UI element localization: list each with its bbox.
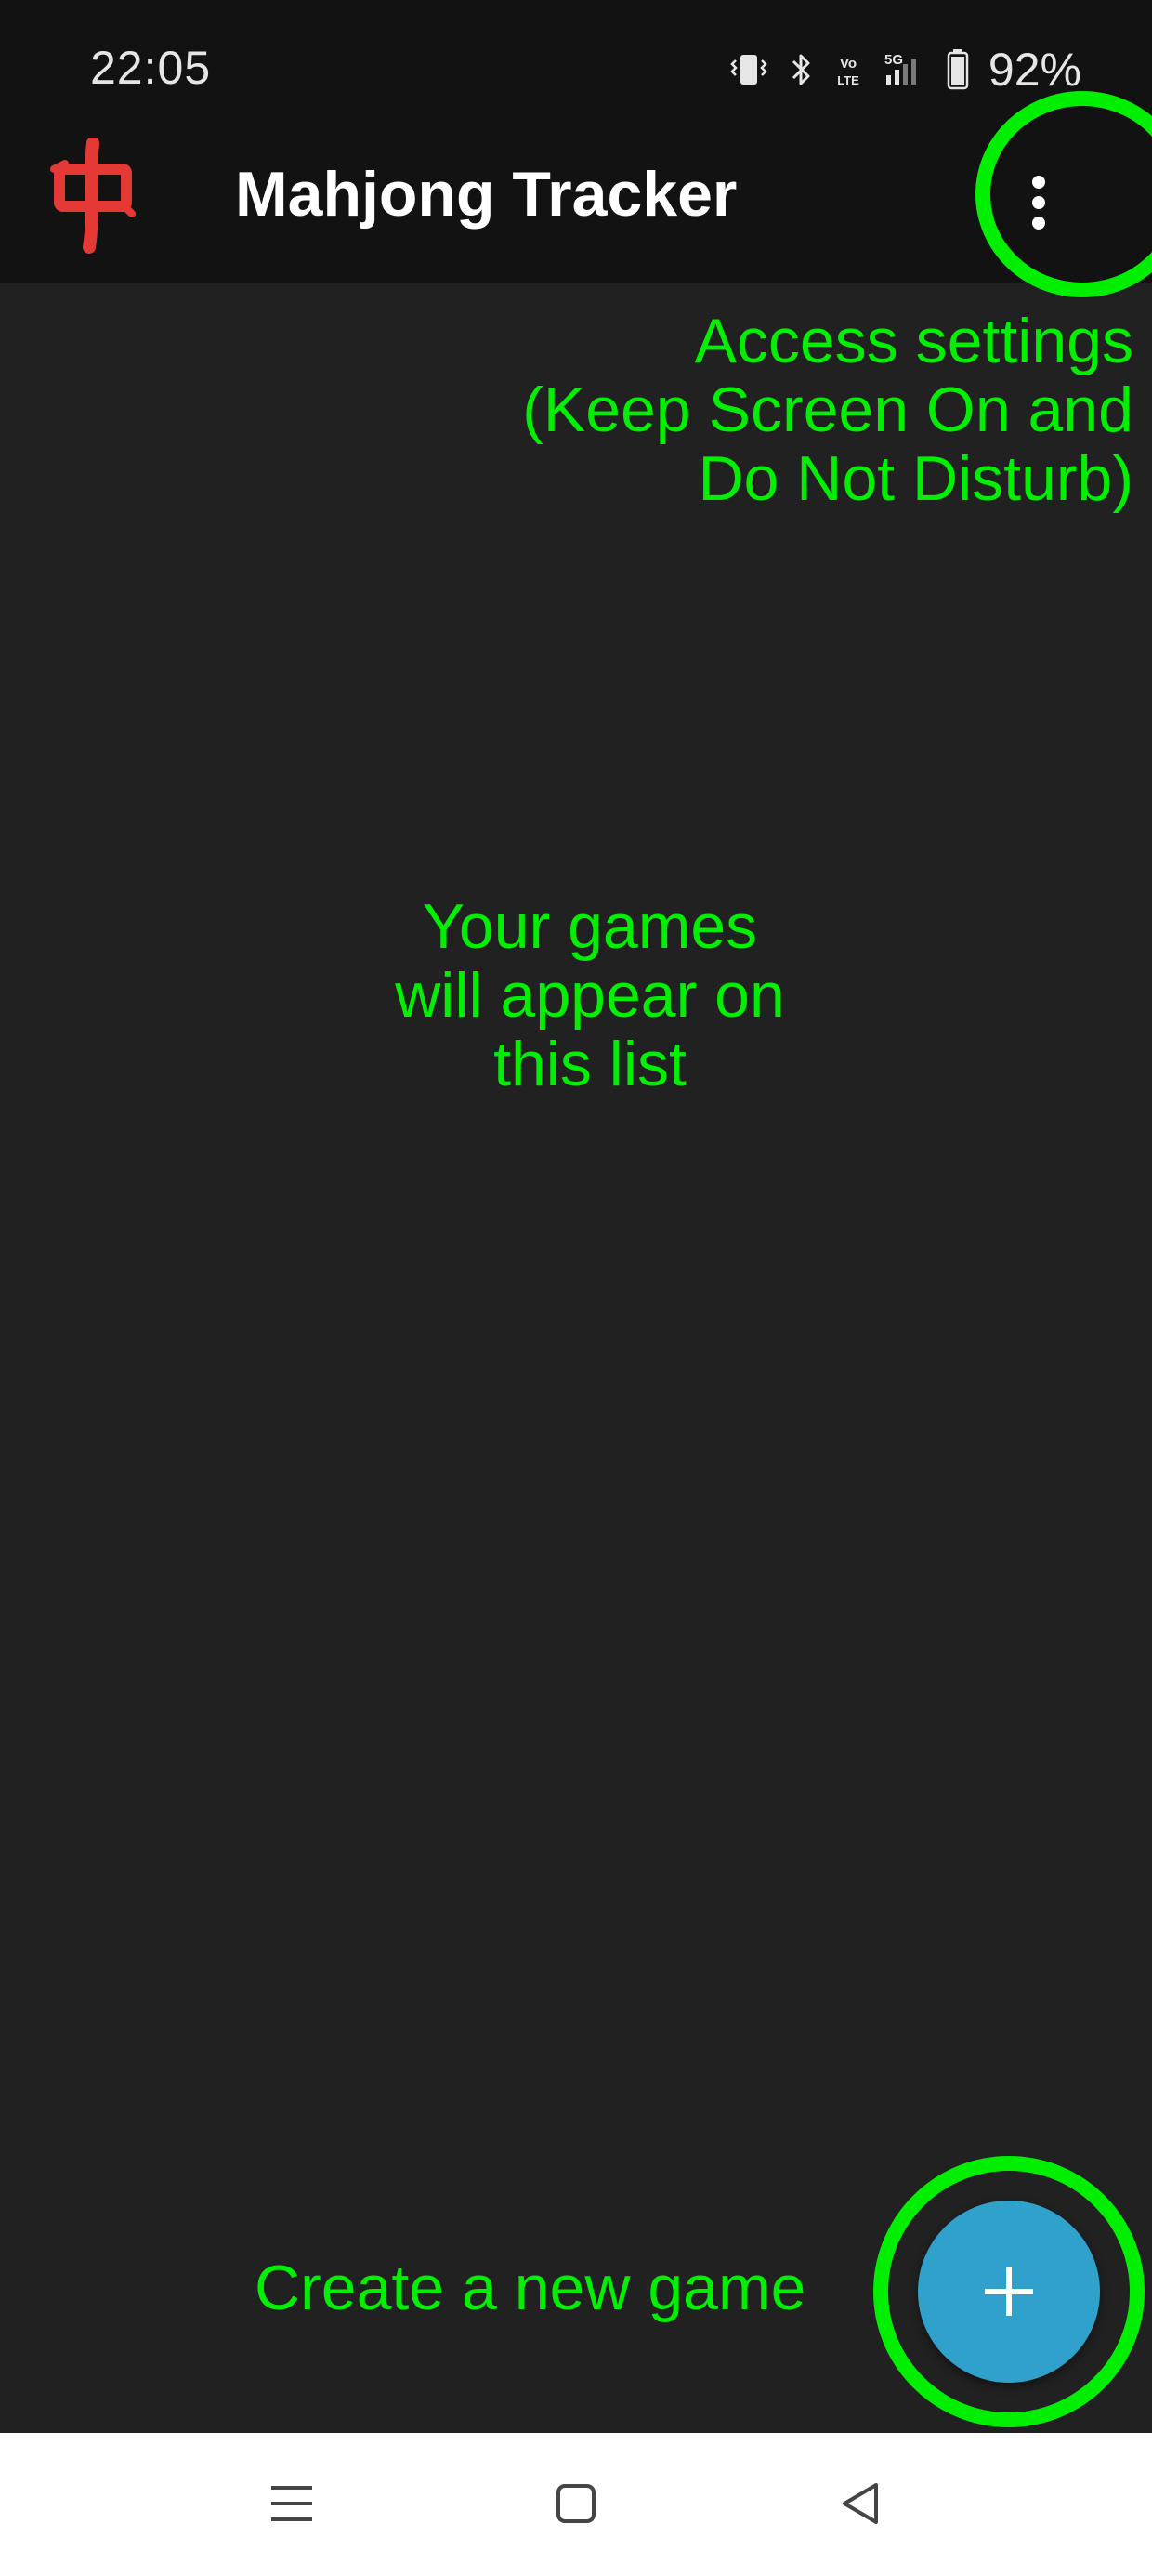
system-nav-bar: [0, 2433, 1152, 2576]
svg-text:Vo: Vo: [840, 56, 857, 72]
back-button[interactable]: [823, 2466, 897, 2541]
home-icon: [556, 2484, 596, 2523]
plus-icon: [985, 2267, 1033, 2316]
status-bar: 22:05 Vo LTE 5G 92%: [0, 0, 1152, 138]
red-dragon-logo-icon: [50, 138, 136, 254]
status-icons: Vo LTE 5G 92%: [728, 37, 1081, 102]
5g-signal-icon: 5G: [884, 52, 916, 85]
empty-list-hint-line: Your games: [422, 891, 758, 962]
empty-list-hint: Your games will appear on this list: [293, 892, 887, 1098]
svg-text:5G: 5G: [884, 52, 903, 68]
empty-list-hint-line: this list: [493, 1029, 687, 1099]
empty-list-hint-line: will appear on: [395, 960, 785, 1031]
recent-apps-icon: [271, 2486, 312, 2521]
settings-hint-line: (Keep Screen On and: [522, 375, 1133, 445]
app-screen: 22:05 Vo LTE 5G 92% Mahjong Tracker Acce…: [0, 0, 1152, 2576]
vibrate-icon: [730, 55, 767, 85]
create-game-hint: Create a new game: [255, 2253, 806, 2323]
home-button[interactable]: [539, 2466, 613, 2541]
status-time: 22:05: [90, 42, 212, 94]
settings-hint-line: Do Not Disturb): [698, 443, 1133, 514]
svg-text:LTE: LTE: [837, 73, 859, 87]
bluetooth-icon: [792, 54, 810, 85]
battery-percent: 92%: [988, 44, 1081, 96]
battery-icon: [947, 49, 969, 90]
volte-icon: Vo LTE: [837, 56, 859, 87]
settings-hint-line: Access settings: [694, 306, 1133, 376]
settings-hint: Access settings (Keep Screen On and Do N…: [427, 307, 1133, 513]
app-title: Mahjong Tracker: [235, 159, 738, 230]
recent-apps-button[interactable]: [255, 2466, 329, 2541]
new-game-fab[interactable]: [918, 2201, 1100, 2383]
back-icon: [843, 2483, 878, 2524]
